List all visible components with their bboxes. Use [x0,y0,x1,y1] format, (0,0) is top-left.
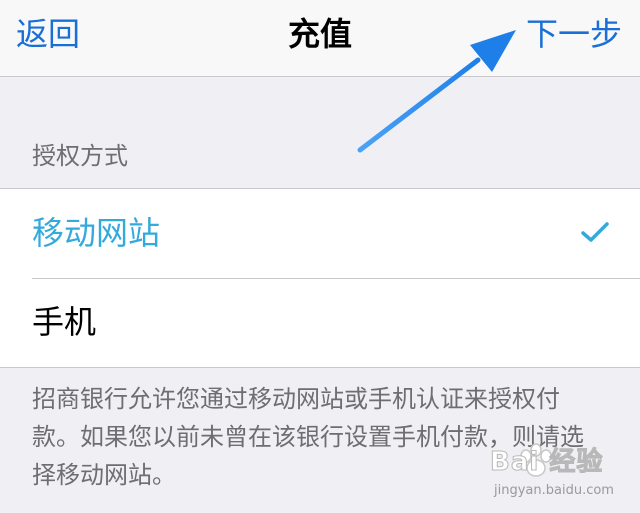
option-label: 手机 [32,303,97,341]
next-button[interactable]: 下一步 [526,14,622,54]
checkmark-icon [581,222,609,242]
section-header: 授权方式 [32,142,128,170]
option-phone[interactable]: 手机 [0,278,640,367]
watermark-url: jingyan.baidu.com [494,483,614,498]
watermark-brand: Bai 经验 [489,447,604,478]
option-label: 移动网站 [32,214,161,252]
option-mobile-website[interactable]: 移动网站 [0,189,640,279]
navigation-bar: 返回 充值 下一步 [0,0,640,77]
authorization-options-list: 移动网站 手机 [0,188,640,368]
